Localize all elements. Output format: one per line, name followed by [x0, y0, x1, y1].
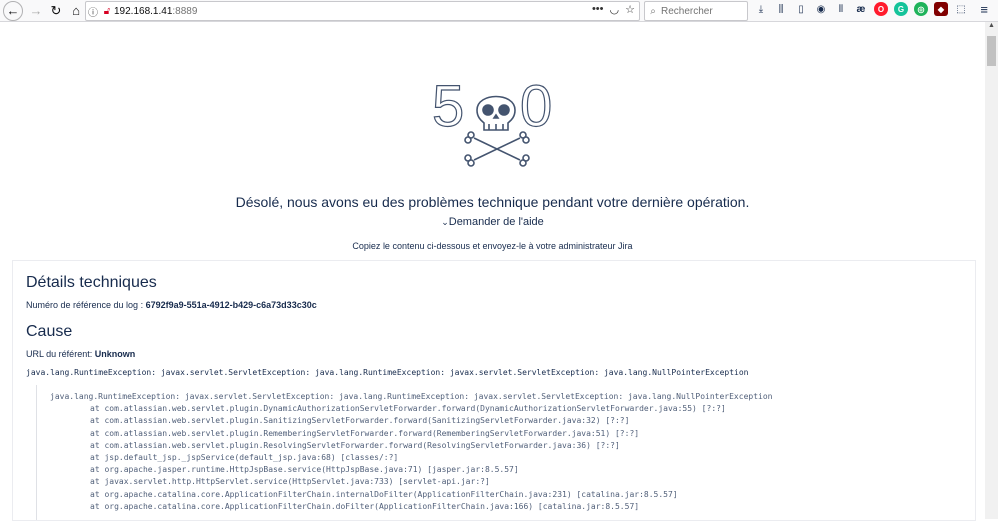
stack-trace-line: at com.atlassian.web.servlet.plugin.Reso…	[90, 440, 620, 450]
stack-trace-line: at org.apache.catalina.core.ApplicationF…	[90, 501, 640, 511]
downloads-icon[interactable]: ⤓	[754, 2, 768, 16]
url-host: 192.168.1.41	[114, 5, 173, 17]
url-bar[interactable]: ⓘ 🔓︎ 192.168.1.41:8889 ••• ◡ ☆	[85, 1, 640, 21]
technical-details-panel: Détails techniques Numéro de référence d…	[12, 260, 976, 521]
referrer-value: Unknown	[94, 349, 136, 359]
cause-heading: Cause	[26, 323, 73, 340]
log-reference: Numéro de référence du log : 6792f9a9-55…	[26, 300, 317, 310]
browser-toolbar: ← → ↻ ⌂ ⓘ 🔓︎ 192.168.1.41:8889 ••• ◡ ☆ ⌕…	[0, 0, 998, 22]
chevron-down-icon: ⌄	[441, 217, 449, 227]
scroll-up-arrow-icon[interactable]: ▲	[985, 22, 998, 34]
home-icon[interactable]: ⌂	[66, 1, 86, 21]
help-link-label: Demander de l'aide	[448, 216, 544, 228]
skull-icon	[476, 95, 516, 131]
forward-arrow-icon[interactable]: →	[26, 1, 46, 21]
opera-icon[interactable]: O	[874, 2, 888, 16]
pocket-icon[interactable]: ◡	[610, 3, 620, 16]
screenshot-icon[interactable]: ⬚	[954, 2, 968, 16]
search-input[interactable]: ⌕ Rechercher	[644, 1, 748, 21]
stack-trace-line: at com.atlassian.web.servlet.plugin.Reme…	[90, 428, 640, 438]
scroll-thumb[interactable]	[987, 36, 996, 66]
search-icon: ⌕	[650, 5, 656, 17]
page-scrollbar[interactable]: ▲	[985, 22, 998, 519]
info-icon[interactable]: ⓘ	[86, 4, 100, 19]
log-reference-label: Numéro de référence du log :	[26, 300, 146, 310]
more-icon[interactable]: •••	[592, 3, 604, 16]
ublock-icon[interactable]: ◆	[934, 2, 948, 16]
referrer-label: URL du référent:	[26, 349, 95, 359]
library-icon[interactable]: ⫼	[774, 2, 788, 16]
error-code-digit-0: 0	[520, 78, 552, 139]
error-code-digit-5: 5	[432, 78, 464, 139]
help-link[interactable]: ⌄Demander de l'aide	[0, 216, 985, 228]
error-500-skull-illustration: 5 0	[432, 78, 553, 167]
referrer-url: URL du référent: Unknown	[26, 349, 135, 359]
barcode-icon[interactable]: ⦀	[834, 2, 848, 16]
stack-trace-line: at jsp.default_jsp._jspService(default_j…	[90, 452, 399, 462]
reload-icon[interactable]: ↻	[46, 1, 66, 21]
bookmark-star-icon[interactable]: ☆	[625, 3, 635, 16]
stack-trace-line: at org.apache.catalina.core.ApplicationF…	[90, 489, 678, 499]
url-port: :8889	[172, 5, 198, 17]
menu-icon[interactable]: ≡	[980, 2, 988, 17]
stack-trace-line: at javax.servlet.http.HttpServlet.servic…	[90, 477, 490, 487]
stack-trace-line: java.lang.RuntimeException: javax.servle…	[50, 392, 773, 401]
insecure-lock-icon[interactable]: 🔓︎	[100, 6, 114, 17]
log-reference-value: 6792f9a9-551a-4912-b429-c6a73d33c30c	[145, 300, 317, 310]
search-placeholder: Rechercher	[661, 5, 713, 17]
tracker-icon[interactable]: ◎	[914, 2, 928, 16]
stack-trace-line: at com.atlassian.web.servlet.plugin.Sani…	[90, 416, 630, 426]
stack-trace: java.lang.RuntimeException: javax.servle…	[36, 385, 773, 520]
grammarly-icon[interactable]: G	[894, 2, 908, 16]
copy-instruction: Copiez le contenu ci-dessous et envoyez-…	[352, 241, 633, 251]
technical-details-heading: Détails techniques	[26, 274, 157, 291]
account-icon[interactable]: ◉	[814, 2, 828, 16]
back-arrow-icon[interactable]: ←	[3, 0, 23, 21]
exception-summary: java.lang.RuntimeException: javax.servle…	[26, 368, 749, 377]
error-message: Désolé, nous avons eu des problèmes tech…	[235, 194, 750, 210]
stack-trace-line: at org.apache.jasper.runtime.HttpJspBase…	[90, 465, 519, 475]
stack-trace-line: at com.atlassian.web.servlet.plugin.Dyna…	[90, 404, 726, 414]
sidebar-icon[interactable]: ▯	[794, 2, 808, 16]
ae-icon[interactable]: æ	[854, 2, 868, 16]
